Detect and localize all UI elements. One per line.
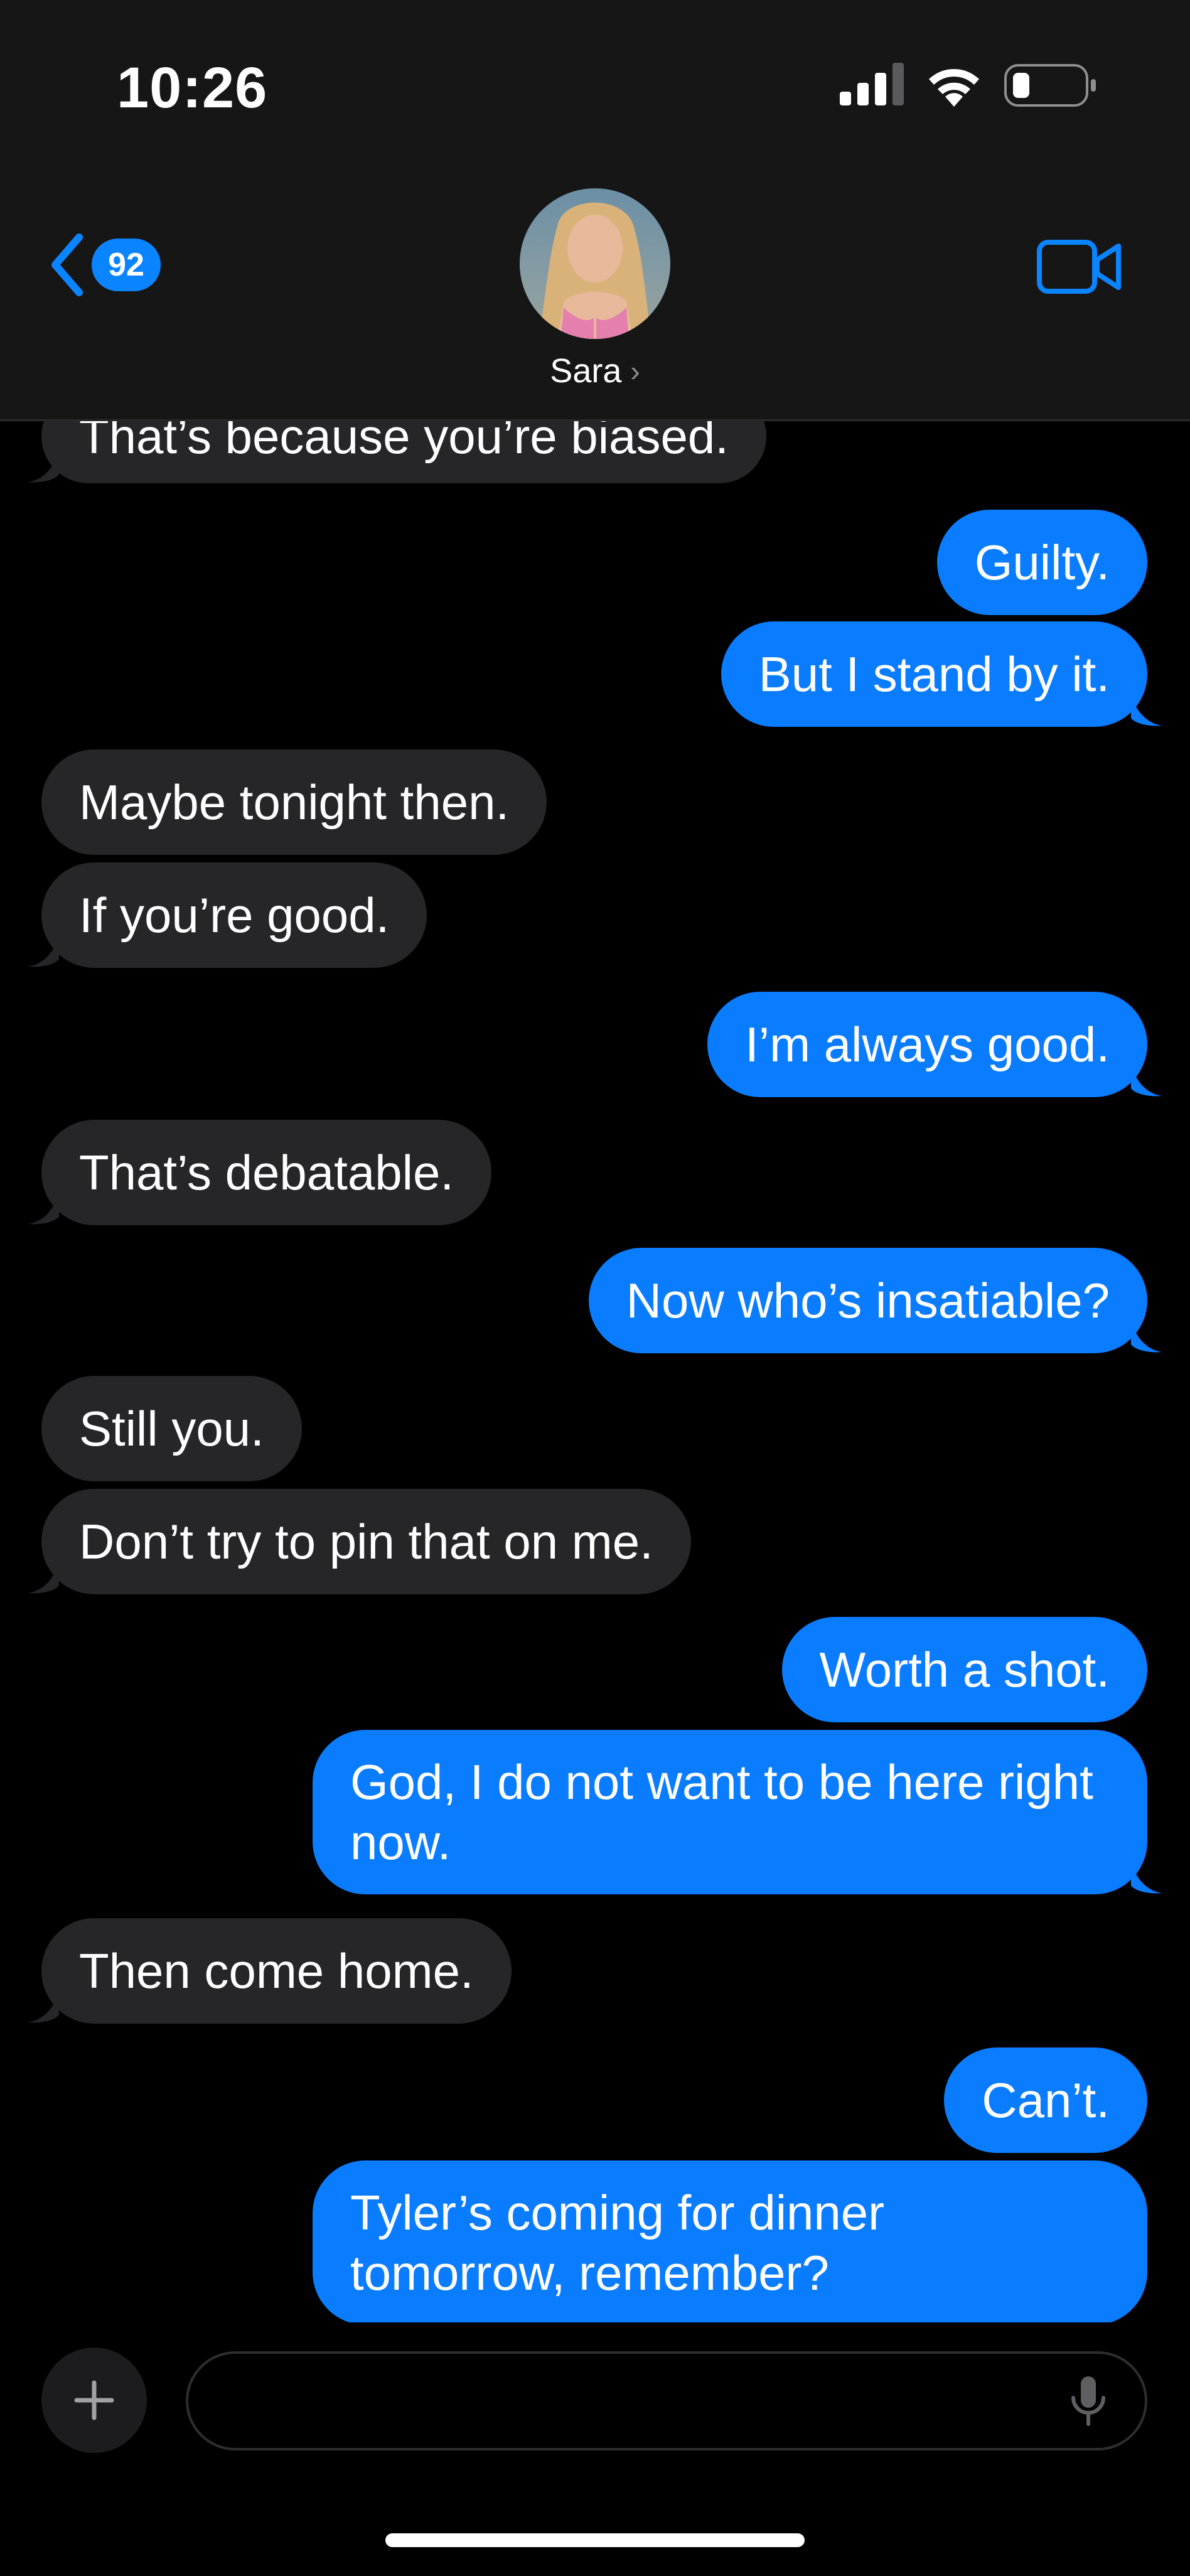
message-text: But I stand by it.: [758, 647, 1110, 702]
message-incoming[interactable]: Still you.: [41, 1376, 302, 1481]
bubble-tail: [28, 1194, 59, 1225]
message-text: Can’t.: [982, 2073, 1110, 2128]
message-text: Worth a shot.: [819, 1642, 1110, 1697]
message-incoming[interactable]: If you’re good.: [28, 862, 427, 968]
add-attachment-button[interactable]: [41, 2348, 147, 2453]
wifi-icon: [929, 69, 979, 107]
status-time: 10:26: [117, 56, 268, 120]
message-text: Don’t try to pin that on me.: [79, 1514, 653, 1569]
message-text: Now who’s insatiable?: [626, 1273, 1110, 1328]
bubble-tail: [28, 452, 59, 483]
message-incoming[interactable]: Maybe tonight then.: [41, 749, 547, 855]
conversation-header: 10:26 92 Sara ›: [0, 0, 1190, 421]
bubble-tail: [1131, 1322, 1162, 1353]
battery-icon: [1004, 64, 1096, 107]
message-text: Maybe tonight then.: [79, 775, 510, 830]
avatar-photo: [520, 188, 670, 339]
message-text: God, I do not want to be here right now.: [350, 1754, 1093, 1870]
message-outgoing[interactable]: Can’t.: [944, 2047, 1147, 2153]
chevron-left-icon: [51, 233, 83, 296]
message-text: Tyler’s coming for dinner tomorrow, reme…: [350, 2185, 885, 2300]
video-camera-icon[interactable]: [1037, 239, 1122, 295]
bubble-tail: [1131, 1066, 1162, 1097]
back-button[interactable]: 92: [49, 227, 174, 303]
message-outgoing[interactable]: God, I do not want to be here right now.: [313, 1730, 1162, 1894]
message-input[interactable]: [186, 2351, 1147, 2450]
bubble-tail: [28, 1992, 59, 2023]
message-incoming[interactable]: Then come home.: [28, 1918, 512, 2024]
contact-avatar[interactable]: [520, 188, 670, 339]
message-text: I’m always good.: [745, 1017, 1110, 1072]
contact-name-button[interactable]: Sara ›: [0, 352, 1190, 390]
message-text: If you’re good.: [79, 888, 390, 943]
message-text: Still you.: [79, 1401, 264, 1456]
bubble-tail: [28, 1563, 59, 1594]
message-outgoing[interactable]: Now who’s insatiable?: [588, 1248, 1162, 1353]
message-outgoing[interactable]: I’m always good.: [707, 992, 1162, 1097]
message-incoming[interactable]: Don’t try to pin that on me.: [28, 1489, 691, 1594]
contact-name: Sara: [550, 352, 622, 390]
message-text: That’s debatable.: [79, 1145, 454, 1200]
message-outgoing[interactable]: But I stand by it.: [721, 621, 1162, 727]
unread-count-badge: 92: [92, 239, 161, 291]
bubble-tail: [1131, 1863, 1162, 1894]
message-incoming[interactable]: That’s debatable.: [28, 1120, 491, 1225]
microphone-icon[interactable]: [1069, 2375, 1107, 2428]
message-text: Guilty.: [974, 535, 1110, 590]
message-text: Then come home.: [79, 1943, 474, 1999]
message-outgoing[interactable]: Worth a shot.: [781, 1617, 1147, 1722]
chevron-right-icon: ›: [630, 355, 640, 387]
plus-icon: [74, 2380, 114, 2420]
bubble-tail: [28, 936, 59, 967]
bubble-tail: [1131, 695, 1162, 726]
message-outgoing[interactable]: Guilty.: [936, 510, 1147, 615]
message-outgoing[interactable]: Tyler’s coming for dinner tomorrow, reme…: [313, 2160, 1147, 2325]
home-indicator: [385, 2533, 805, 2547]
cellular-signal-icon: [840, 63, 904, 105]
